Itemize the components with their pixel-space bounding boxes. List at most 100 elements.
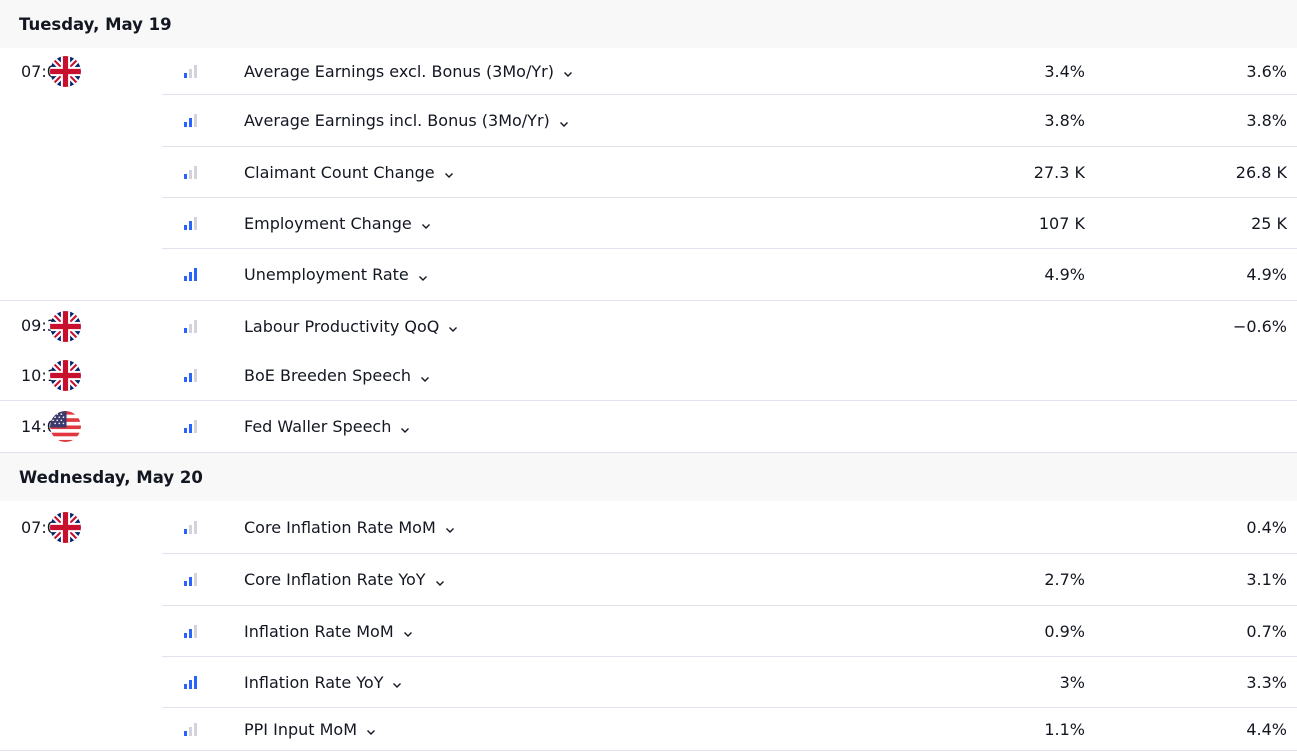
chevron-down-icon[interactable] [419, 370, 431, 382]
uk-flag-icon [50, 512, 81, 543]
importance-bar [184, 377, 187, 382]
chevron-down-icon[interactable] [420, 217, 432, 229]
importance-bar [189, 169, 192, 179]
event-name-text: Inflation Rate MoM [244, 621, 394, 641]
importance-bars [184, 216, 197, 230]
importance-bar [184, 224, 187, 230]
importance-icon [162, 216, 244, 230]
event-list: Core Inflation Rate MoM 0.4% Core Inflatio… [162, 501, 1297, 750]
event-value-2: 25 K [1251, 213, 1287, 233]
importance-bar [194, 369, 197, 382]
chevron-down-icon[interactable] [391, 676, 403, 688]
importance-bar [189, 118, 192, 127]
event-name[interactable]: Core Inflation Rate MoM [244, 518, 975, 537]
event-name[interactable]: Core Inflation Rate YoY [244, 570, 975, 589]
event-name-text: Fed Waller Speech [244, 417, 392, 436]
importance-icon [162, 624, 244, 638]
importance-bar [189, 323, 192, 333]
chevron-down-icon[interactable] [399, 421, 411, 433]
event-name[interactable]: Employment Change [244, 214, 975, 233]
time-group: 09:30 Labour Productivity QoQ −0.6% [0, 301, 1297, 351]
event-value-2: 0.7% [1246, 621, 1287, 641]
importance-bar [189, 577, 192, 586]
event-row[interactable]: Average Earnings incl. Bonus (3Mo/Yr) 3.8… [162, 95, 1297, 147]
importance-bar [194, 573, 197, 586]
event-name-text: Claimant Count Change [244, 162, 435, 182]
event-value-2: 3.3% [1246, 672, 1287, 692]
event-row[interactable]: Core Inflation Rate MoM 0.4% [162, 501, 1297, 554]
event-value-2: 26.8 K [1235, 162, 1287, 182]
importance-bar [189, 726, 192, 736]
uk-flag-icon [50, 56, 81, 87]
chevron-down-icon[interactable] [365, 723, 377, 735]
importance-icon [162, 165, 244, 179]
importance-bar [189, 373, 192, 382]
time-group: 14:00 Fed Waller Speech [0, 401, 1297, 453]
importance-icon [162, 64, 244, 78]
importance-bar [184, 276, 187, 281]
event-name[interactable]: Labour Productivity QoQ [244, 317, 975, 336]
event-name[interactable]: Claimant Count Change [244, 163, 975, 182]
chevron-down-icon[interactable] [417, 269, 429, 281]
importance-icon [162, 520, 244, 534]
event-value-1: 107 K [1038, 213, 1085, 233]
event-list: Average Earnings excl. Bonus (3Mo/Yr) 3.4… [162, 48, 1297, 300]
importance-bar [194, 675, 197, 689]
importance-icon [162, 675, 244, 689]
importance-bar [189, 220, 192, 230]
chevron-down-icon[interactable] [558, 115, 570, 127]
importance-bars [184, 64, 197, 78]
importance-bars [184, 624, 197, 638]
event-name[interactable]: Inflation Rate YoY [244, 673, 975, 692]
importance-bar [184, 730, 187, 736]
event-name[interactable]: Unemployment Rate [244, 265, 975, 284]
event-row[interactable]: BoE Breeden Speech [162, 351, 1297, 400]
importance-bar [184, 428, 187, 433]
event-name[interactable]: Average Earnings excl. Bonus (3Mo/Yr) [244, 62, 975, 81]
chevron-down-icon[interactable] [444, 521, 456, 533]
importance-bar [189, 524, 192, 534]
importance-bar [189, 628, 192, 638]
event-name[interactable]: Fed Waller Speech [244, 417, 975, 436]
event-name-text: Inflation Rate YoY [244, 672, 384, 692]
event-name-text: BoE Breeden Speech [244, 366, 412, 385]
event-row[interactable]: Inflation Rate YoY 3% 3.3% [162, 657, 1297, 708]
event-row[interactable]: Labour Productivity QoQ −0.6% [162, 301, 1297, 351]
event-name-text: Labour Productivity QoQ [244, 316, 440, 336]
importance-bar [194, 268, 197, 281]
event-row[interactable]: Average Earnings excl. Bonus (3Mo/Yr) 3.4… [162, 48, 1297, 95]
importance-bar [189, 272, 192, 281]
event-row[interactable]: Claimant Count Change 27.3 K 26.8 K [162, 147, 1297, 198]
event-value-2: 0.4% [1246, 517, 1287, 537]
event-row[interactable]: Employment Change 107 K 25 K [162, 198, 1297, 249]
event-name-text: Employment Change [244, 213, 412, 233]
chevron-down-icon[interactable] [562, 65, 574, 77]
event-name[interactable]: PPI Input MoM [244, 720, 975, 739]
importance-icon [162, 369, 244, 382]
event-name[interactable]: Average Earnings incl. Bonus (3Mo/Yr) [244, 111, 975, 130]
event-name-text: Core Inflation Rate YoY [244, 570, 426, 589]
event-value-2: 3.6% [1246, 61, 1287, 81]
event-value-2: 4.9% [1246, 265, 1287, 284]
event-row[interactable]: Unemployment Rate 4.9% 4.9% [162, 249, 1297, 300]
chevron-down-icon[interactable] [402, 625, 414, 637]
importance-bar [194, 722, 197, 736]
importance-bar [194, 420, 197, 433]
event-name[interactable]: BoE Breeden Speech [244, 366, 975, 385]
chevron-down-icon[interactable] [434, 574, 446, 586]
event-row[interactable]: Core Inflation Rate YoY 2.7% 3.1% [162, 554, 1297, 606]
event-row[interactable]: PPI Input MoM 1.1% 4.4% [162, 708, 1297, 750]
event-row[interactable]: Fed Waller Speech [162, 401, 1297, 452]
importance-bar [189, 68, 192, 78]
event-row[interactable]: Inflation Rate MoM 0.9% 0.7% [162, 606, 1297, 657]
event-name[interactable]: Inflation Rate MoM [244, 622, 975, 641]
event-value-1: 27.3 K [1033, 162, 1085, 182]
event-list: BoE Breeden Speech [162, 351, 1297, 400]
chevron-down-icon[interactable] [443, 166, 455, 178]
importance-icon [162, 268, 244, 281]
chevron-down-icon[interactable] [447, 320, 459, 332]
importance-bar [189, 679, 192, 689]
importance-bars [184, 114, 197, 127]
day-header: Wednesday, May 20 [0, 453, 1297, 501]
importance-bar [194, 64, 197, 78]
